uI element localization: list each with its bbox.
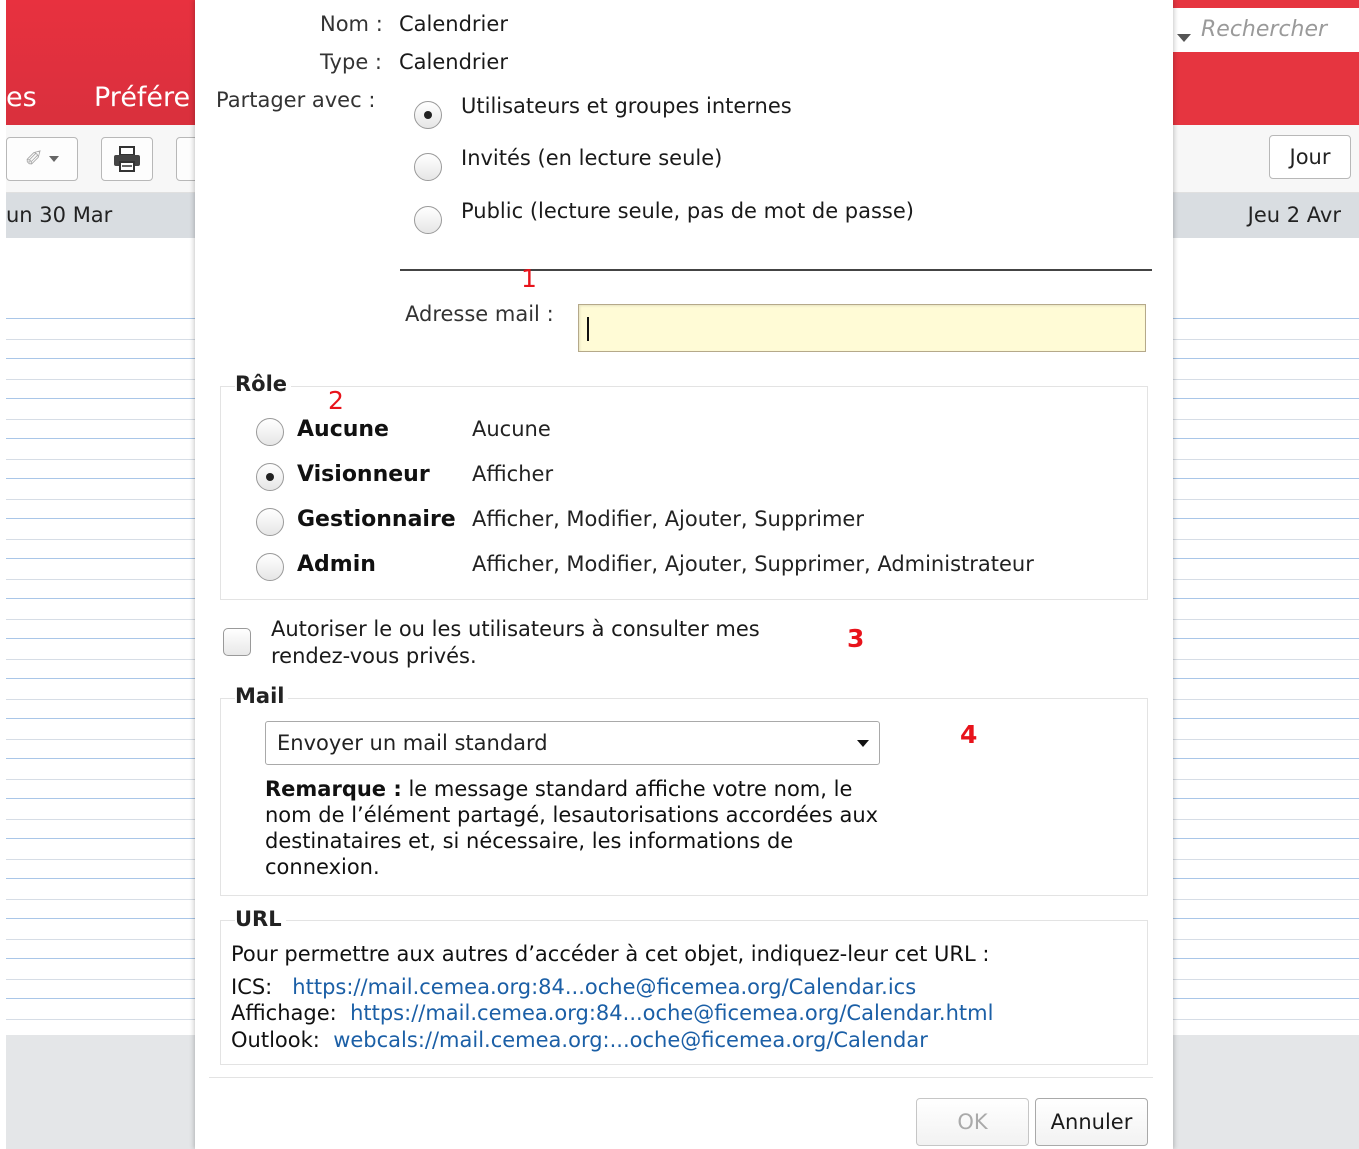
share-with-label: Partager avec : — [216, 88, 376, 112]
role-legend: Rôle — [235, 372, 292, 396]
role-admin-name[interactable]: Admin — [297, 552, 376, 577]
private-appointments-label[interactable]: Autoriser le ou les utilisateurs à consu… — [271, 616, 831, 670]
mail-remark: Remarque : le message standard affiche v… — [265, 776, 945, 880]
outlook-label: Outlook: — [231, 1028, 320, 1052]
day-view-button[interactable]: Jour — [1269, 135, 1351, 179]
allday-band-right — [1173, 238, 1359, 300]
url-row-html: Affichage: https://mail.cemea.org:84...o… — [231, 1001, 993, 1025]
day-label-right: Jeu 2 Avr — [1247, 203, 1341, 227]
name-value: Calendrier — [399, 12, 508, 36]
chevron-down-icon — [49, 156, 60, 162]
mail-type-select[interactable]: Envoyer un mail standard — [265, 721, 880, 765]
share-dialog: Nom : Calendrier Type : Calendrier Parta… — [195, 0, 1173, 1149]
share-internal-label[interactable]: Utilisateurs et groupes internes — [461, 94, 792, 118]
calendar-grid-right — [1173, 300, 1359, 1149]
role-none-description: Aucune — [472, 417, 551, 441]
share-public-radio[interactable] — [414, 206, 442, 234]
role-admin-radio[interactable] — [256, 553, 284, 581]
url-legend: URL — [235, 907, 286, 931]
select-caret-icon — [857, 740, 869, 747]
share-guests-label[interactable]: Invités (en lecture seule) — [461, 146, 722, 170]
tag-dropdown-button[interactable]: ✐ — [6, 137, 78, 181]
role-none-radio[interactable] — [256, 418, 284, 446]
role-admin-description: Afficher, Modifier, Ajouter, Supprimer, … — [472, 552, 1034, 576]
share-guests-radio[interactable] — [414, 153, 442, 181]
url-row-ics: ICS: https://mail.cemea.org:84...oche@fi… — [231, 975, 916, 999]
type-label: Type : — [320, 50, 382, 74]
background-app-left: es Préfére ✐ un 30 Mar — [6, 0, 195, 1149]
role-manager-radio[interactable] — [256, 508, 284, 536]
day-label-left: un 30 Mar — [6, 203, 113, 227]
print-button[interactable] — [101, 137, 153, 181]
remark-line2: nom de l’élément partagé, lesautorisatio… — [265, 803, 879, 827]
remark-line3: destinataires et, si nécessaire, les inf… — [265, 829, 794, 853]
annotation-3: 3 — [847, 624, 865, 653]
type-value: Calendrier — [399, 50, 508, 74]
search-scope-chevron-icon[interactable] — [1177, 34, 1191, 42]
share-public-label[interactable]: Public (lecture seule, pas de mot de pas… — [461, 199, 914, 223]
role-viewer-radio[interactable] — [256, 463, 284, 491]
remark-title: Remarque : — [265, 777, 402, 801]
menu-tab-partial[interactable]: es — [6, 82, 37, 113]
calendar-grid-left — [6, 300, 195, 1149]
role-viewer-name[interactable]: Visionneur — [297, 462, 430, 487]
private-appointments-checkbox[interactable] — [223, 628, 251, 656]
remark-line1: le message standard affiche votre nom, l… — [401, 777, 853, 801]
url-intro-text: Pour permettre aux autres d’accéder à ce… — [231, 942, 990, 966]
mail-type-selected: Envoyer un mail standard — [277, 731, 548, 755]
html-label: Affichage: — [231, 1001, 337, 1025]
role-manager-description: Afficher, Modifier, Ajouter, Supprimer — [472, 507, 864, 531]
section-divider — [400, 269, 1152, 271]
private-appointments-line2: rendez-vous privés. — [271, 644, 477, 668]
cancel-button[interactable]: Annuler — [1035, 1098, 1148, 1146]
annotation-1: 1 — [521, 264, 537, 293]
name-label: Nom : — [320, 12, 383, 36]
url-row-outlook: Outlook: webcals://mail.cemea.org:...och… — [231, 1028, 928, 1052]
search-placeholder: Rechercher — [1201, 17, 1328, 42]
ics-label: ICS: — [231, 975, 273, 999]
toolbar-button-partial[interactable] — [176, 137, 195, 181]
ok-button[interactable]: OK — [916, 1098, 1029, 1146]
annotation-2: 2 — [328, 386, 344, 415]
calendar-offhours-left — [6, 1035, 195, 1149]
calendar-offhours-right — [1173, 1035, 1359, 1149]
ics-link[interactable]: https://mail.cemea.org:84...oche@ficemea… — [292, 975, 916, 999]
private-appointments-line1: Autoriser le ou les utilisateurs à consu… — [271, 617, 760, 641]
allday-band — [6, 238, 195, 300]
print-icon — [114, 146, 140, 172]
annotation-4: 4 — [960, 720, 978, 749]
role-manager-name[interactable]: Gestionnaire — [297, 507, 456, 532]
day-header-left: un 30 Mar — [6, 193, 195, 238]
share-internal-radio[interactable] — [414, 101, 442, 129]
menu-tab-preferences[interactable]: Préfére — [94, 82, 190, 113]
remark-line4: connexion. — [265, 855, 380, 879]
footer-divider — [209, 1077, 1153, 1078]
day-header-right: Jeu 2 Avr — [1173, 193, 1359, 238]
role-none-name[interactable]: Aucune — [297, 417, 389, 442]
mail-legend: Mail — [235, 684, 289, 708]
text-cursor — [587, 317, 589, 341]
background-app-right: Rechercher Jour Jeu 2 Avr — [1173, 0, 1359, 1149]
email-field[interactable] — [578, 304, 1146, 352]
html-link[interactable]: https://mail.cemea.org:84...oche@ficemea… — [350, 1001, 993, 1025]
outlook-link[interactable]: webcals://mail.cemea.org:...oche@ficemea… — [333, 1028, 928, 1052]
search-input[interactable]: Rechercher — [1173, 8, 1359, 52]
email-label: Adresse mail : — [405, 302, 554, 326]
tag-icon: ✐ — [24, 146, 44, 172]
role-viewer-description: Afficher — [472, 462, 554, 486]
